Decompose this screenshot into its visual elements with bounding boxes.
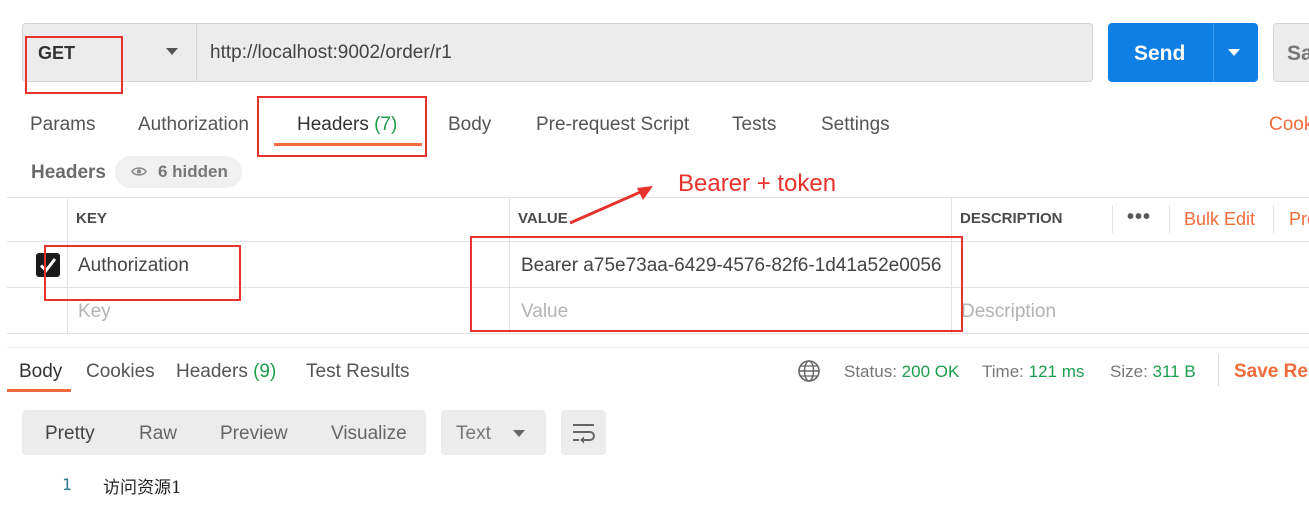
view-pretty-button[interactable]: Pretty bbox=[45, 423, 95, 445]
send-divider bbox=[1213, 23, 1214, 82]
column-header-key: KEY bbox=[76, 210, 107, 227]
annotation-text: Bearer + token bbox=[678, 170, 837, 197]
globe-icon[interactable] bbox=[797, 359, 821, 383]
response-tab-headers[interactable]: Headers (9) bbox=[176, 361, 276, 383]
view-visualize-button[interactable]: Visualize bbox=[331, 423, 407, 445]
column-divider bbox=[1169, 205, 1170, 233]
tab-settings[interactable]: Settings bbox=[821, 114, 890, 136]
size-readout: Size: 311 B bbox=[1110, 362, 1196, 382]
eye-icon bbox=[131, 167, 147, 176]
response-divider bbox=[7, 347, 1309, 348]
bulk-edit-link[interactable]: Bulk Edit bbox=[1184, 209, 1255, 230]
save-response-button[interactable]: Save Res bbox=[1234, 361, 1309, 383]
annotation-box-value bbox=[470, 236, 963, 332]
hidden-headers-label: 6 hidden bbox=[158, 162, 228, 181]
annotation-box-method bbox=[25, 36, 123, 94]
response-active-underline bbox=[7, 389, 71, 392]
response-body-line: 访问资源1 bbox=[103, 478, 182, 498]
presets-link[interactable]: Pre bbox=[1289, 209, 1309, 230]
column-header-description: DESCRIPTION bbox=[960, 210, 1063, 227]
status-readout: Status: 200 OK bbox=[844, 362, 959, 382]
tab-authorization[interactable]: Authorization bbox=[138, 114, 249, 136]
status-divider bbox=[1218, 354, 1219, 386]
column-divider bbox=[1273, 205, 1274, 233]
new-key-input[interactable]: Key bbox=[78, 301, 111, 323]
send-label: Send bbox=[1134, 42, 1186, 65]
annotation-box-headers-tab bbox=[257, 96, 427, 157]
size-label: Size: bbox=[1110, 362, 1148, 381]
annotation-box-key bbox=[44, 245, 241, 301]
wrap-lines-icon bbox=[573, 424, 595, 444]
time-readout: Time: 121 ms bbox=[982, 362, 1084, 382]
annotation-arrow-icon bbox=[569, 186, 653, 225]
tab-tests[interactable]: Tests bbox=[732, 114, 776, 136]
time-label: Time: bbox=[982, 362, 1024, 381]
size-value: 311 B bbox=[1152, 362, 1196, 381]
response-tab-headers-label: Headers bbox=[176, 361, 248, 382]
url-text: http://localhost:9002/order/r1 bbox=[210, 42, 452, 63]
tab-params[interactable]: Params bbox=[30, 114, 95, 136]
cookies-link[interactable]: Cook bbox=[1269, 114, 1309, 136]
more-options-icon[interactable]: ••• bbox=[1127, 206, 1151, 229]
chevron-down-icon[interactable] bbox=[166, 48, 178, 55]
response-tab-body[interactable]: Body bbox=[19, 361, 62, 383]
table-bottom-border bbox=[7, 333, 1309, 334]
send-options-chevron-icon[interactable] bbox=[1228, 49, 1240, 56]
line-number: 1 bbox=[62, 475, 72, 494]
chevron-down-icon bbox=[513, 430, 525, 437]
column-divider bbox=[1112, 205, 1113, 233]
response-tab-cookies[interactable]: Cookies bbox=[86, 361, 155, 383]
tab-body[interactable]: Body bbox=[448, 114, 491, 136]
status-value: 200 OK bbox=[901, 362, 960, 381]
time-value: 121 ms bbox=[1028, 362, 1085, 381]
headers-section-title: Headers bbox=[31, 162, 106, 183]
column-header-value: VALUE bbox=[518, 210, 568, 227]
tab-pre-request-script[interactable]: Pre-request Script bbox=[536, 114, 689, 136]
response-headers-count: (9) bbox=[253, 361, 277, 382]
view-preview-button[interactable]: Preview bbox=[220, 423, 288, 445]
new-description-input[interactable]: Description bbox=[961, 301, 1056, 323]
save-label: Sa bbox=[1287, 42, 1309, 65]
format-label: Text bbox=[456, 423, 491, 444]
view-raw-button[interactable]: Raw bbox=[139, 423, 177, 445]
response-tab-test-results[interactable]: Test Results bbox=[306, 361, 409, 383]
status-label: Status: bbox=[844, 362, 897, 381]
